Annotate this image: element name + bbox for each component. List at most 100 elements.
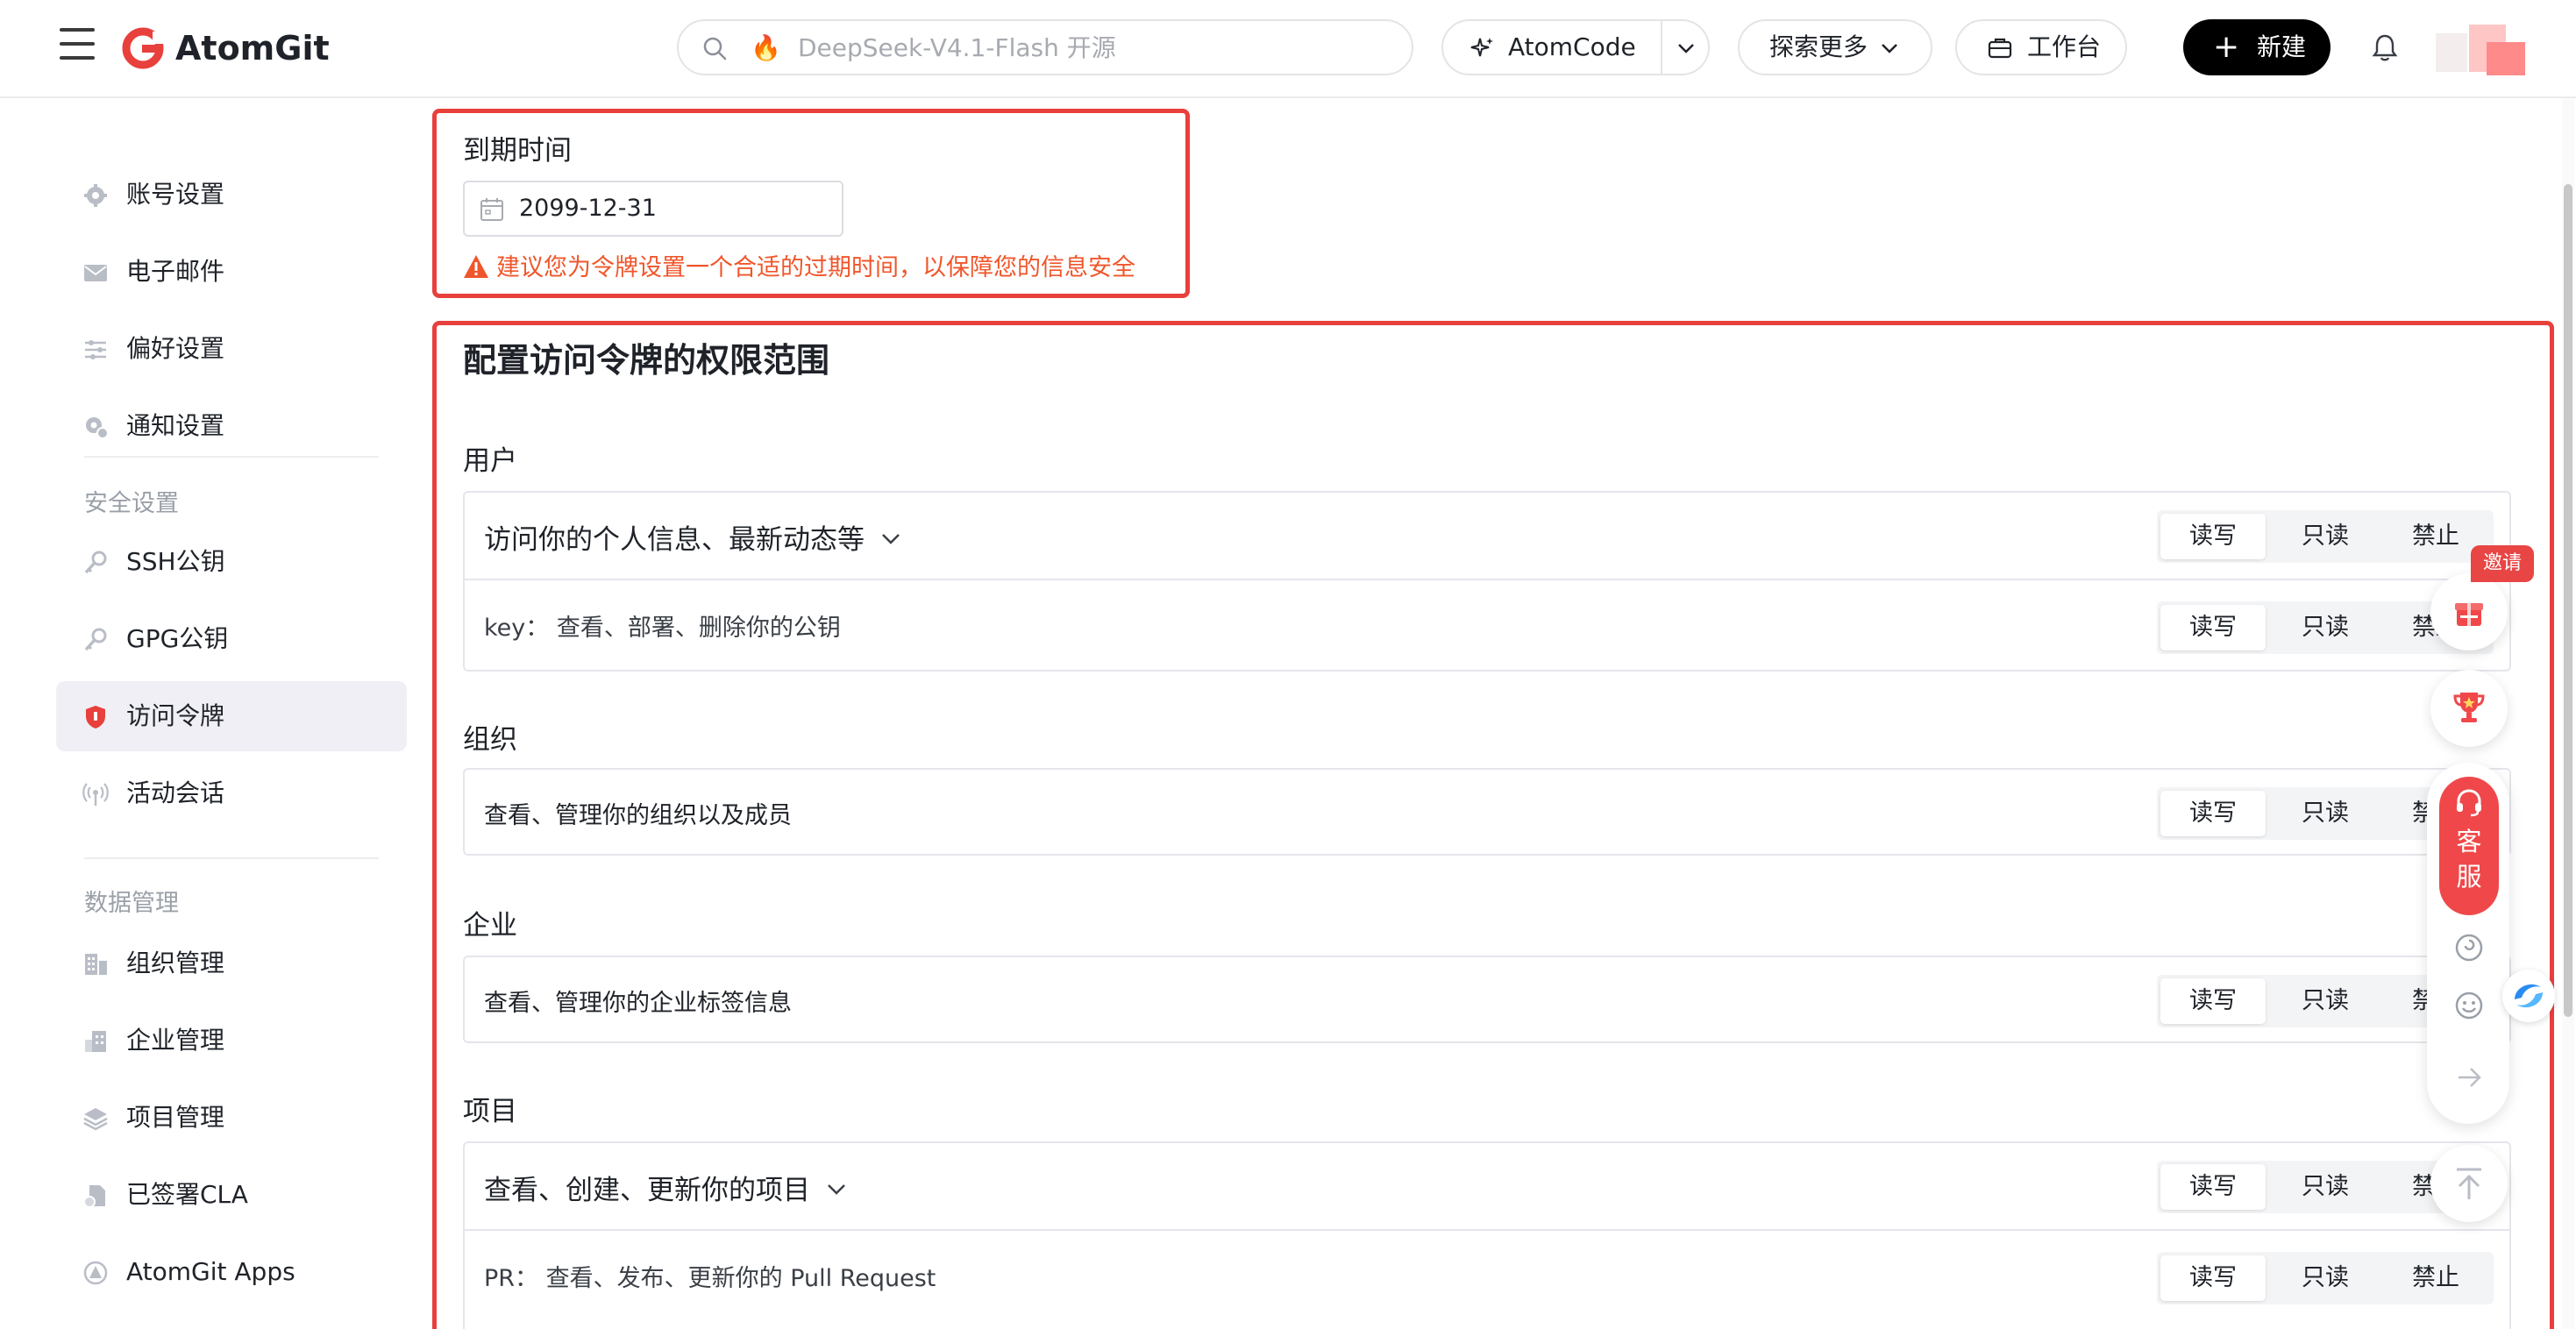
sidebar-item-label: 企业管理 [126,1026,225,1055]
new-label: 新建 [2257,32,2307,61]
option-read-write[interactable]: 读写 [2160,791,2266,836]
sidebar-item-enterprises[interactable]: 企业管理 [56,1006,407,1076]
broadcast-icon [82,783,109,806]
perm-row-label: key： 查看、部署、删除你的公钥 [484,615,841,642]
explore-more-button[interactable]: 探索更多 [1738,19,1932,75]
perm-row-label[interactable]: 访问你的个人信息、最新动态等 [484,517,903,557]
option-read-write[interactable]: 读写 [2160,605,2266,650]
atomcode-button[interactable]: AtomCode [1441,19,1710,75]
perm-row: 访问你的个人信息、最新动态等 读写 只读 禁止 [465,493,2509,579]
notify-gear-icon [86,417,109,439]
bell-icon[interactable] [2369,32,2401,63]
menu-icon[interactable] [60,28,95,67]
option-read-write[interactable]: 读写 [2160,1255,2266,1301]
atomgit-logo-icon[interactable] [121,26,165,70]
headset-icon [2457,789,2481,817]
perm-card-project: 查看、创建、更新你的项目 读写 只读 禁止 PR： 查看、发布、更新你的 Pul… [463,1141,2511,1329]
perm-row: 查看、创建、更新你的项目 读写 只读 禁止 [465,1143,2509,1229]
sparkle-icon [1470,38,1493,57]
sidebar-item-projects[interactable]: 项目管理 [56,1083,407,1153]
scrollbar-thumb[interactable] [2564,184,2572,1017]
explore-more-label: 探索更多 [1769,32,1868,61]
chevron-down-icon[interactable] [879,526,903,551]
sidebar-item-gpg-keys[interactable]: GPG公钥 [56,604,407,674]
swirl-icon[interactable] [2454,933,2484,963]
building-icon [85,954,107,975]
sidebar-item-access-tokens[interactable]: 访问令牌 [56,681,407,751]
sidebar-item-label: SSH公钥 [126,547,225,576]
sidebar-item-label: GPG公钥 [126,624,229,653]
sidebar-item-ssh-keys[interactable]: SSH公钥 [56,527,407,597]
scope-title: 配置访问令牌的权限范围 [463,341,830,380]
avatar[interactable] [2436,21,2539,75]
perm-row: PR： 查看、发布、更新你的 Pull Request 读写 只读 禁止 [465,1229,2509,1320]
workbench-label: 工作台 [2027,32,2102,61]
option-read-only[interactable]: 只读 [2273,1164,2378,1210]
chevron-down-icon[interactable] [824,1176,849,1201]
sidebar-item-label: 账号设置 [126,180,225,209]
search-icon [703,37,727,60]
key-icon [84,628,107,651]
expire-warning-text: 建议您为令牌设置一个合适的过期时间，以保障您的信息安全 [496,254,1135,281]
workbench-button[interactable]: 工作台 [1955,19,2127,75]
option-read-write[interactable]: 读写 [2160,1164,2266,1210]
option-read-only[interactable]: 只读 [2273,978,2378,1024]
gear-icon [84,184,107,207]
sidebar-item-label: 活动会话 [126,778,225,807]
perm-card-enterprise: 查看、管理你的企业标签信息 读写 只读 禁止 [463,956,2511,1043]
group-label-org: 组织 [463,724,517,756]
expire-warning: 建议您为令牌设置一个合适的过期时间，以保障您的信息安全 [463,251,1135,286]
group-label-enterprise: 企业 [463,910,517,942]
invite-gift-button[interactable] [2430,573,2508,650]
perm-row-label: PR： 查看、发布、更新你的 Pull Request [484,1265,936,1292]
enterprise-icon [85,1031,106,1052]
document-icon [83,1185,105,1208]
sidebar-item-account[interactable]: 账号设置 [56,160,407,230]
sidebar-item-label: 项目管理 [126,1103,225,1132]
top-header: AtomGit 🔥 DeepSeek-V4.1-Flash 开源 AtomCod… [0,0,2576,98]
floating-tool-panel: 客 服 [2427,763,2509,1124]
option-read-only[interactable]: 只读 [2273,605,2378,650]
customer-service-label: 客 服 [2456,827,2482,892]
option-read-only[interactable]: 只读 [2273,1255,2378,1301]
assistant-logo-icon[interactable] [2502,970,2555,1022]
permission-selector: 读写 只读 禁止 [2157,510,2494,563]
arrow-right-icon[interactable] [2454,1062,2484,1092]
mail-icon [84,265,107,281]
group-label-user: 用户 [463,445,517,477]
invite-badge[interactable]: 邀请 [2471,545,2534,582]
perm-row-label[interactable]: 查看、创建、更新你的项目 [484,1168,849,1207]
search-placeholder: DeepSeek-V4.1-Flash 开源 [798,33,1116,62]
trophy-button[interactable] [2430,670,2508,747]
option-read-write[interactable]: 读写 [2160,514,2266,559]
option-forbid[interactable]: 禁止 [2383,1255,2488,1301]
sidebar-item-notifications[interactable]: 通知设置 [56,391,407,461]
smile-icon[interactable] [2454,991,2484,1020]
sidebar-item-preferences[interactable]: 偏好设置 [56,314,407,384]
new-button[interactable]: + 新建 [2183,19,2330,75]
customer-service-button[interactable]: 客 服 [2439,777,2499,915]
expire-date-input[interactable]: 2099-12-31 [463,181,843,237]
option-read-only[interactable]: 只读 [2273,791,2378,836]
sidebar-item-email[interactable]: 电子邮件 [56,237,407,307]
sidebar-item-atomgit-apps[interactable]: AtomGit Apps [56,1237,407,1307]
option-read-write[interactable]: 读写 [2160,978,2266,1024]
option-read-only[interactable]: 只读 [2273,514,2378,559]
search-input[interactable]: 🔥 DeepSeek-V4.1-Flash 开源 [677,19,1413,75]
perm-card-user: 访问你的个人信息、最新动态等 读写 只读 禁止 key： 查看、部署、删除你的公… [463,491,2511,672]
calendar-icon [480,198,503,221]
group-label-project: 项目 [463,1096,517,1127]
sidebar-item-active-sessions[interactable]: 活动会话 [56,758,407,828]
chevron-down-icon[interactable] [1675,37,1697,60]
permission-selector: 读写 只读 禁止 [2157,1252,2494,1304]
sidebar-item-organizations[interactable]: 组织管理 [56,928,407,999]
fire-icon: 🔥 [751,33,781,62]
back-to-top-button[interactable] [2430,1145,2508,1222]
brand-name[interactable]: AtomGit [175,26,330,70]
sidebar-item-signed-cla[interactable]: 已签署CLA [56,1160,407,1230]
section-security: 安全设置 [84,490,179,517]
sidebar-item-label: 偏好设置 [126,334,225,363]
perm-row: key： 查看、部署、删除你的公钥 读写 只读 禁止 [465,579,2509,670]
expire-label: 到期时间 [463,135,572,167]
back-to-top-icon [2457,1168,2481,1199]
